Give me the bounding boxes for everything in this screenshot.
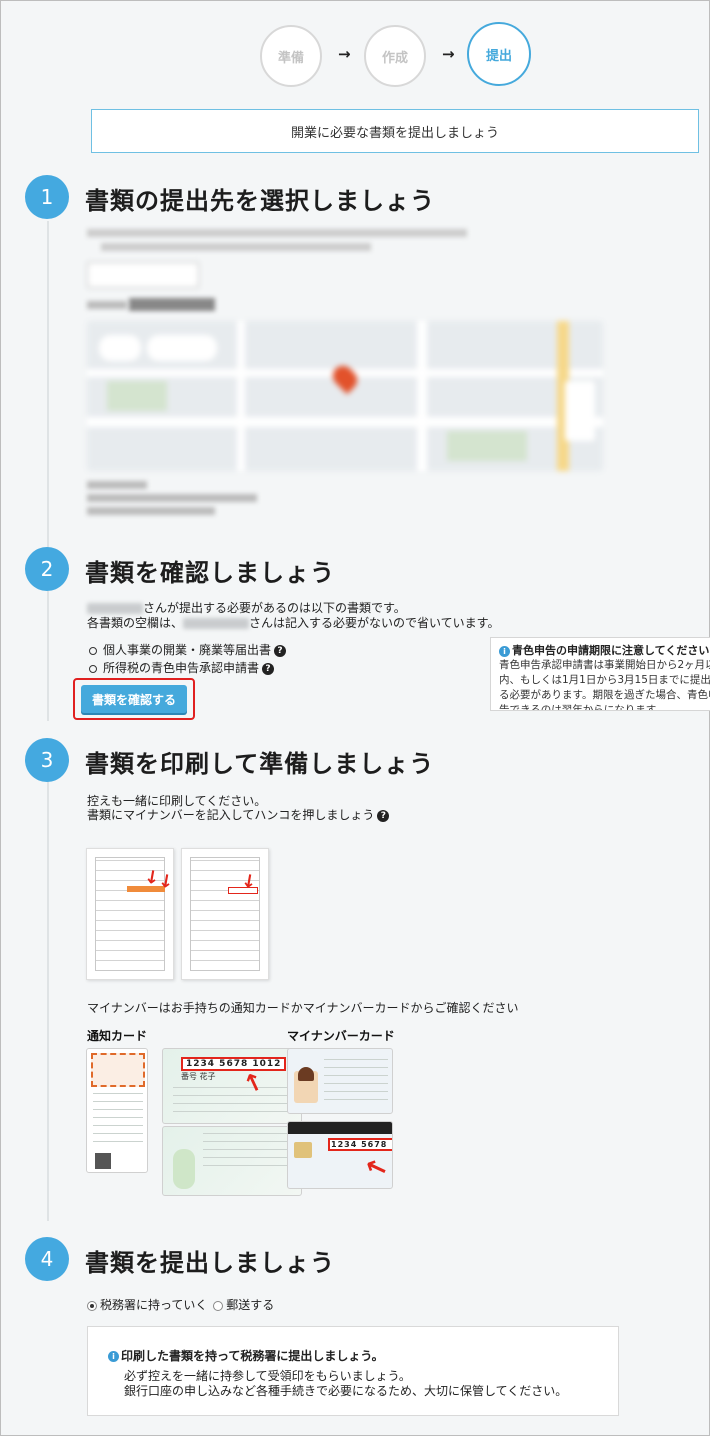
document-name: 所得税の青色申告承認申請書 xyxy=(103,661,260,675)
submission-info-title-text: 印刷した書類を持って税務署に提出しましょう。 xyxy=(121,1349,384,1363)
arrow-icon: ↖ xyxy=(361,1151,393,1187)
tooltip-line: る必要があります。期限を過ぎた場合、青色申 xyxy=(499,689,710,701)
blurred-username xyxy=(87,603,143,614)
document-name: 個人事業の開業・廃業等届出書 xyxy=(103,643,272,657)
confirm-button-highlight: 書類を確認する xyxy=(73,678,195,720)
banner-text: 開業に必要な書類を提出しましょう xyxy=(290,125,499,141)
timeline-line xyxy=(47,221,49,551)
help-icon[interactable]: ? xyxy=(262,662,275,675)
option-label-mail[interactable]: 郵送する xyxy=(226,1298,274,1312)
office-map[interactable] xyxy=(87,321,603,471)
section-title-2: 書類を確認しましょう xyxy=(85,559,335,587)
tooltip-title: i 青色申告の申請期限に注意してください xyxy=(499,642,710,658)
notice-card-label: 通知カード xyxy=(87,1029,148,1043)
office-select[interactable] xyxy=(87,262,199,288)
bullet-icon xyxy=(89,664,97,673)
intro-line-2-prefix: 各書類の空欄は、 xyxy=(87,616,184,630)
info-icon: i xyxy=(108,1351,119,1362)
tooltip-title-text: 青色申告の申請期限に注意してください xyxy=(512,644,710,657)
mynumber-note: マイナンバーはお手持ちの通知カードかマイナンバーカードからご確認ください xyxy=(87,1001,519,1015)
info-icon: i xyxy=(499,645,510,657)
blurred-text xyxy=(87,507,215,515)
step-number-3: 3 xyxy=(25,738,69,782)
mynumber-part: 1234 xyxy=(331,1140,358,1149)
bullet-icon xyxy=(89,646,97,655)
blurred-text xyxy=(87,494,257,502)
document-thumbnail-blue-return: ↙ xyxy=(181,848,269,980)
intro-line-1: さんが提出する必要があるのは以下の書類です。 xyxy=(143,601,406,615)
radio-bring[interactable] xyxy=(87,1300,97,1311)
documents-intro-2: 各書類の空欄は、 さんは記入する必要がないので省いています。 xyxy=(87,614,499,631)
notice-card-envelope-image xyxy=(86,1048,148,1173)
blurred-office-name xyxy=(129,298,215,311)
intro-line-2-suffix: さんは記入する必要がないので省いています。 xyxy=(249,616,500,630)
blurred-username xyxy=(183,618,250,629)
step-prepare: 準備 xyxy=(260,25,322,87)
section-title-3: 書類を印刷して準備しましょう xyxy=(85,750,435,778)
document-item: 所得税の青色申告承認申請書? xyxy=(89,659,275,676)
card-name: 番号 花子 xyxy=(181,1072,216,1081)
blue-return-tooltip: i 青色申告の申請期限に注意してください 青色申告承認申請書は事業開始日から2ヶ月… xyxy=(490,637,710,711)
print-note-2: 書類にマイナンバーを記入してハンコを押しましょう? xyxy=(87,806,390,823)
step-arrow-icon: → xyxy=(338,45,351,63)
section-title-1: 書類の提出先を選択しましょう xyxy=(85,187,435,215)
mynumber-highlight: 1234 5678 1012 xyxy=(328,1138,392,1151)
document-item: 個人事業の開業・廃業等届出書? xyxy=(89,641,287,658)
tooltip-line: 告できるのは翌年からになります。 xyxy=(499,704,666,711)
step-number-1: 1 xyxy=(25,175,69,219)
mynumber-card-label: マイナンバーカード xyxy=(287,1029,395,1043)
submission-info-title: i 印刷した書類を持って税務署に提出しましょう。 xyxy=(108,1347,384,1364)
step-create: 作成 xyxy=(364,25,426,87)
step-label: 提出 xyxy=(485,48,512,64)
document-thumbnail-opening: ↙ ↙ xyxy=(86,848,174,980)
blurred-text xyxy=(101,243,371,251)
submission-info-box: i 印刷した書類を持って税務署に提出しましょう。 必ず控えを一緒に持参して受領印を… xyxy=(87,1326,619,1416)
tooltip-line: 青色申告承認申請書は事業開始日から2ヶ月以 xyxy=(499,659,710,671)
step-number-4: 4 xyxy=(25,1237,69,1281)
step-number-2: 2 xyxy=(25,547,69,591)
timeline-line xyxy=(47,591,49,721)
notice-card-front-image: 1234 5678 1012 番号 花子 ↖ xyxy=(162,1048,302,1124)
help-icon[interactable]: ? xyxy=(274,644,287,657)
notice-card-back-image xyxy=(162,1126,302,1196)
blurred-text xyxy=(87,301,127,309)
mynumber-card-back-image: 1234 5678 1012 ↖ xyxy=(287,1121,393,1189)
step-label: 準備 xyxy=(277,50,304,66)
print-note-2-text: 書類にマイナンバーを記入してハンコを押しましょう xyxy=(87,808,375,822)
step-submit: 提出 xyxy=(467,22,531,86)
confirm-documents-button[interactable]: 書類を確認する xyxy=(81,685,187,713)
submission-method-options: 税務署に持っていく 郵送する xyxy=(87,1296,274,1313)
mynumber-part: 5678 xyxy=(361,1140,388,1149)
option-label-bring[interactable]: 税務署に持っていく xyxy=(100,1298,207,1312)
radio-mail[interactable] xyxy=(213,1300,224,1311)
submission-info-line: 銀行口座の申し込みなど各種手続きで必要になるため、大切に保管してください。 xyxy=(124,1384,568,1398)
page-banner: 開業に必要な書類を提出しましょう xyxy=(91,109,699,153)
help-icon[interactable]: ? xyxy=(377,809,390,822)
blurred-text xyxy=(87,229,467,237)
tooltip-line: 内、もしくは1月1日から3月15日までに提出す xyxy=(499,674,710,686)
step-arrow-icon: → xyxy=(442,45,455,63)
blurred-text xyxy=(87,481,147,489)
mynumber-part: 1012 xyxy=(391,1140,392,1149)
section-title-4: 書類を提出しましょう xyxy=(85,1249,335,1277)
timeline-line xyxy=(47,781,49,1221)
mynumber-highlight: 1234 5678 1012 xyxy=(181,1057,287,1071)
mynumber-card-front-image xyxy=(287,1048,393,1114)
step-label: 作成 xyxy=(381,50,408,66)
